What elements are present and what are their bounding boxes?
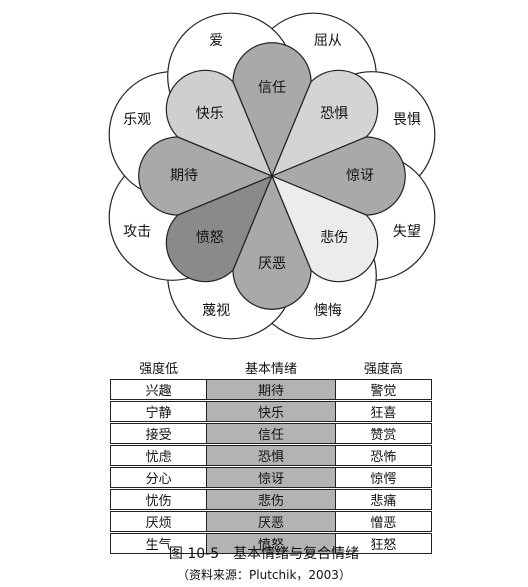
outer-label-4: 蔑视 — [202, 303, 230, 319]
petal-label-3: 悲伤 — [320, 229, 348, 246]
petal-label-4: 厌恶 — [258, 256, 286, 272]
outer-label-5: 攻击 — [123, 224, 151, 240]
cell-basic: 快乐 — [206, 400, 336, 422]
table-body: 兴趣 期待 警觉 宁静 快乐 狂喜 接受 信任 赞赏 忧虑 恐惧 恐怖 分心 惊讶 惊愕 忧伤 悲伤 悲痛 厌烦 厌恶… — [109, 377, 433, 554]
emotion-wheel-diagram: 信任恐惧惊讶悲伤厌恶 愤怒 期待 快乐 屈从畏惧失望懊悔 蔑视 攻击 乐观 爱 — [108, 12, 436, 340]
table-header-row: 强度低 基本情绪 强度高 — [111, 358, 432, 377]
cell-high: 悲痛 — [334, 488, 433, 510]
cell-low: 忧伤 — [109, 488, 208, 510]
figure-caption: 图 10-5 基本情绪与复合情绪 — [168, 546, 360, 562]
cell-high: 赞赏 — [334, 422, 433, 444]
cell-low: 接受 — [109, 422, 208, 444]
cell-high: 惊愕 — [334, 466, 433, 488]
table-row: 分心 惊讶 惊愕 — [109, 466, 433, 488]
cell-low: 宁静 — [109, 400, 208, 422]
cell-basic: 信任 — [206, 422, 336, 444]
cell-high: 恐怖 — [334, 444, 433, 466]
table-row: 忧虑 恐惧 恐怖 — [109, 444, 433, 466]
cell-low: 忧虑 — [109, 444, 208, 466]
header-low-intensity: 强度低 — [139, 362, 179, 377]
outer-label-0: 屈从 — [314, 33, 342, 49]
cell-basic: 厌恶 — [206, 510, 336, 532]
cell-basic: 期待 — [206, 378, 336, 400]
cell-low: 厌烦 — [109, 510, 208, 532]
header-high-intensity: 强度高 — [363, 362, 403, 377]
petal-label-7: 快乐 — [196, 106, 224, 122]
figure-source: （资料来源：Plutchik，2003） — [177, 568, 351, 582]
petal-label-2: 惊讶 — [346, 168, 374, 184]
petal-label-6: 期待 — [170, 168, 198, 184]
outer-label-6: 乐观 — [123, 112, 151, 128]
table-row: 接受 信任 赞赏 — [109, 422, 433, 444]
petal-label-1: 恐惧 — [320, 106, 348, 122]
outer-label-7: 爱 — [209, 33, 223, 49]
emotion-intensity-table: 强度低 基本情绪 强度高 兴趣 期待 警觉 宁静 快乐 狂喜 接受 信任 赞赏 忧虑 恐惧 恐怖 分心惊… — [109, 358, 433, 554]
table-row: 忧伤 悲伤 悲痛 — [109, 488, 433, 510]
cell-high: 狂喜 — [334, 400, 433, 422]
petal-label-0: 信任 — [258, 80, 286, 96]
cell-high: 憎恶 — [334, 510, 433, 532]
cell-basic: 惊讶 — [206, 466, 336, 488]
cell-low: 兴趣 — [109, 378, 208, 400]
table-row: 兴趣 期待 警觉 — [109, 378, 433, 400]
header-basic-emotion: 基本情绪 — [244, 362, 297, 377]
cell-basic: 悲伤 — [206, 488, 336, 510]
outer-label-2: 失望 — [393, 224, 421, 240]
table-row: 厌烦 厌恶 憎恶 — [109, 510, 433, 532]
cell-basic: 恐惧 — [206, 444, 336, 466]
outer-label-3: 懊悔 — [314, 302, 342, 319]
table-row: 宁静 快乐 狂喜 — [109, 400, 433, 422]
cell-high: 警觉 — [334, 378, 433, 400]
petal-label-5: 愤怒 — [196, 230, 224, 246]
outer-label-1: 畏惧 — [393, 112, 421, 128]
cell-low: 分心 — [109, 466, 208, 488]
